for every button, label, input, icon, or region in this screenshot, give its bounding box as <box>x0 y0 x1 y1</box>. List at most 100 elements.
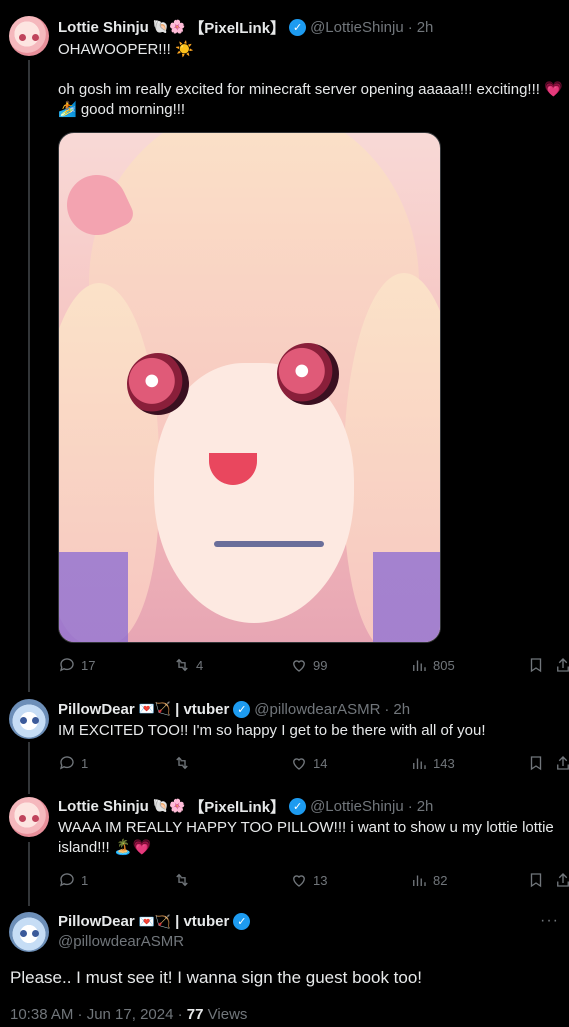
tweet-text: IM EXCITED TOO!! I'm so happy I get to b… <box>58 722 486 739</box>
reply-icon <box>59 873 74 887</box>
handle[interactable]: @pillowdearASMR <box>254 701 380 718</box>
focal-text: Please.. I must see it! I wanna sign the… <box>10 968 423 987</box>
thread-line <box>28 842 30 906</box>
tweet-header: Lottie Shinju 🐚🌸 【PixelLink】 ✓ @LottieSh… <box>58 17 561 37</box>
handle[interactable]: @LottieShinju <box>310 798 404 815</box>
avatar[interactable] <box>9 16 49 56</box>
avatar[interactable] <box>9 699 49 739</box>
views-button[interactable]: 805 <box>410 656 455 674</box>
share-button[interactable] <box>554 871 569 889</box>
avatar[interactable] <box>9 912 49 952</box>
bookmark-button[interactable] <box>527 754 545 772</box>
reply-thread: Lottie Shinju 🐚🌸 【PixelLink】 ✓ @LottieSh… <box>0 0 569 1027</box>
verified-badge-icon: ✓ <box>289 18 307 36</box>
separator-dot: · <box>384 700 390 718</box>
timestamp[interactable]: 2h <box>417 798 434 815</box>
name-tag[interactable]: | vtuber <box>175 913 229 930</box>
heart-icon <box>293 758 305 770</box>
repost-button[interactable] <box>173 871 196 889</box>
name-tag[interactable]: | vtuber <box>175 701 229 718</box>
display-name[interactable]: Lottie Shinju <box>58 19 149 36</box>
tweet-line: oh gosh im really excited for minecraft … <box>58 81 563 98</box>
reply-button[interactable]: 1 <box>58 754 88 772</box>
handle[interactable]: @LottieShinju <box>310 19 404 36</box>
name-tag[interactable]: 【PixelLink】 <box>189 17 285 38</box>
reply-button[interactable]: 17 <box>58 656 95 674</box>
views-count: 143 <box>433 755 455 771</box>
like-button[interactable]: 13 <box>290 871 327 889</box>
tweet-text: OHAWOOPER!!! ☀️ oh gosh im really excite… <box>58 40 563 120</box>
share-button[interactable] <box>554 656 569 674</box>
name-emoji: 💌🏹 <box>138 701 172 716</box>
share-icon <box>557 873 569 887</box>
timestamp[interactable]: 2h <box>417 19 434 36</box>
views-chart-icon <box>413 660 426 671</box>
tweet-image[interactable] <box>58 132 441 643</box>
tweet-header: Lottie Shinju 🐚🌸 【PixelLink】 ✓ @LottieSh… <box>58 796 561 816</box>
name-tag[interactable]: 【PixelLink】 <box>189 796 285 817</box>
tweet-line: OHAWOOPER!!! ☀️ <box>58 41 194 58</box>
share-button[interactable] <box>554 754 569 772</box>
image-eye <box>277 343 339 405</box>
image-eye <box>127 353 189 415</box>
repost-button[interactable] <box>173 754 196 772</box>
action-bar: 1 13 82 <box>58 871 569 891</box>
action-bar: 1 14 143 <box>58 754 569 774</box>
reply-count: 1 <box>81 872 89 888</box>
repost-button[interactable]: 4 <box>173 656 203 674</box>
repost-icon <box>176 756 188 770</box>
reply-count: 1 <box>81 755 89 771</box>
reply-icon <box>59 658 74 672</box>
thread-line <box>28 742 30 794</box>
bookmark-icon <box>530 873 542 888</box>
bookmark-icon <box>530 756 542 771</box>
full-timestamp[interactable]: 10:38 AM · Jun 17, 2024 · <box>10 1006 183 1023</box>
views-count: 82 <box>433 872 448 888</box>
more-options-icon[interactable]: ··· <box>540 912 559 930</box>
reply-count: 17 <box>81 657 96 673</box>
views-chart-icon <box>413 875 426 886</box>
avatar[interactable] <box>9 797 49 837</box>
display-name[interactable]: PillowDear <box>58 701 135 718</box>
reply-icon <box>59 756 74 770</box>
action-bar: 17 4 99 805 <box>58 656 569 676</box>
name-emoji: 💌🏹 <box>138 913 172 929</box>
bookmark-button[interactable] <box>527 871 545 889</box>
like-count: 13 <box>313 872 328 888</box>
tweet-line: 🏄 good morning!!! <box>58 101 186 118</box>
display-name[interactable]: Lottie Shinju <box>58 798 149 815</box>
tweet-line: WAAA IM REALLY HAPPY TOO PILLOW!!! i wan… <box>58 819 554 836</box>
image-dress <box>59 552 440 642</box>
display-name[interactable]: PillowDear <box>58 913 135 930</box>
views-count: 805 <box>433 657 455 673</box>
handle[interactable]: @pillowdearASMR <box>58 933 250 950</box>
views-button[interactable]: 82 <box>410 871 447 889</box>
bookmark-button[interactable] <box>527 656 545 674</box>
timestamp[interactable]: 2h <box>393 701 410 718</box>
tweet-line: island!!! 🏝️💗 <box>58 839 152 856</box>
verified-badge-icon: ✓ <box>233 700 251 718</box>
verified-badge-icon: ✓ <box>233 913 251 930</box>
views-chart-icon <box>413 758 426 769</box>
thread-line <box>28 60 30 692</box>
image-choker <box>214 541 324 547</box>
separator-dot: · <box>407 18 413 36</box>
like-button[interactable]: 14 <box>290 754 327 772</box>
share-icon <box>557 658 569 672</box>
tweet-text: WAAA IM REALLY HAPPY TOO PILLOW!!! i wan… <box>58 818 561 858</box>
reply-button[interactable]: 1 <box>58 871 88 889</box>
focal-header: PillowDear 💌🏹 | vtuber ✓ @pillowdearASMR <box>58 913 251 950</box>
views-button[interactable]: 143 <box>410 754 455 772</box>
name-emoji: 🐚🌸 <box>152 798 186 813</box>
repost-count: 4 <box>196 657 204 673</box>
verified-badge-icon: ✓ <box>289 797 307 815</box>
name-emoji: 🐚🌸 <box>152 19 186 34</box>
views-count: 77 <box>186 1006 204 1023</box>
focal-name-row: PillowDear 💌🏹 | vtuber ✓ <box>58 913 251 930</box>
tweet-meta: 10:38 AM · Jun 17, 2024 · 77 Views <box>10 1006 247 1023</box>
heart-icon <box>293 660 305 672</box>
like-button[interactable]: 99 <box>290 656 327 674</box>
like-count: 14 <box>313 755 328 771</box>
repost-icon <box>176 658 188 672</box>
bookmark-icon <box>530 658 542 673</box>
